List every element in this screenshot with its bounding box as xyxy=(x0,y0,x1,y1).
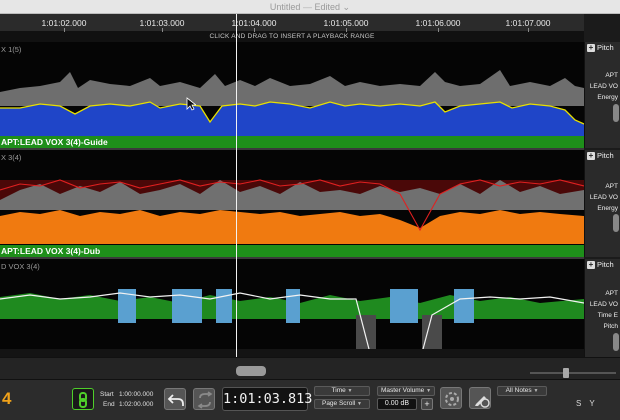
cycle-icon[interactable] xyxy=(440,387,462,409)
ruler-tick-label: 1:01:07.000 xyxy=(505,18,551,28)
link-icon-glyph xyxy=(79,392,87,408)
master-volume-value[interactable]: 0.00 dB xyxy=(377,398,417,410)
undo-icon-glyph xyxy=(167,394,184,406)
track-name: X 3(4) xyxy=(1,153,22,162)
scroll-thumb[interactable] xyxy=(236,366,266,376)
end-value[interactable]: 1:02:00.000 xyxy=(119,401,153,408)
link-icon[interactable] xyxy=(72,388,94,410)
brand-logo: S Y xyxy=(576,399,598,408)
logo-digit: 4 xyxy=(2,389,12,408)
clip-label-dub[interactable]: APT:LEAD VOX 3(4)-Dub xyxy=(0,245,584,257)
panel-line: LEAD VO xyxy=(589,194,618,201)
edit-waveform xyxy=(0,289,584,357)
track-panel-edit[interactable]: + Pitch APT LEAD VO Time E Pitch xyxy=(584,259,620,357)
window-title: Untitled xyxy=(269,2,301,12)
notes-filter-value: All Notes xyxy=(505,387,532,394)
panel-title: Pitch xyxy=(597,260,614,269)
chevron-down-icon: ▼ xyxy=(357,401,362,407)
dub-waveform xyxy=(0,179,584,244)
volume-plus-button[interactable]: + xyxy=(421,398,433,410)
panel-line: LEAD VO xyxy=(589,83,618,90)
master-volume-label: Master Volume xyxy=(380,387,425,394)
zoom-slider-track[interactable] xyxy=(530,372,616,374)
ruler-tick-label: 1:01:03.000 xyxy=(139,18,185,28)
guide-waveform xyxy=(0,70,584,136)
panel-line: LEAD VO xyxy=(589,301,618,308)
panel-line: APT xyxy=(605,290,618,297)
notes-filter-select[interactable]: All Notes ▼ xyxy=(497,386,547,396)
view-mode-value: Time xyxy=(331,387,346,394)
timecode-display[interactable]: 1:01:03.813 xyxy=(222,387,312,411)
add-icon[interactable]: + xyxy=(587,152,595,160)
scroll-mode-value: Page Scroll xyxy=(321,400,356,407)
track-edit[interactable]: D VOX 3(4) xyxy=(0,259,584,357)
title-bar: Untitled — Edited ⌄ xyxy=(0,0,620,14)
panel-title: Pitch xyxy=(597,43,614,52)
add-icon[interactable]: + xyxy=(587,44,595,52)
master-volume-select[interactable]: Master Volume ▼ xyxy=(377,386,435,396)
zoom-slider-knob[interactable] xyxy=(563,368,569,378)
time-block xyxy=(216,289,232,323)
panel-line: Pitch xyxy=(603,323,618,330)
edited-state: Edited xyxy=(314,2,340,12)
start-label: Start xyxy=(100,391,114,398)
time-block xyxy=(172,289,202,323)
view-mode-select[interactable]: Time ▼ xyxy=(314,386,370,396)
track-scrollbar[interactable] xyxy=(613,214,619,232)
dub-energy-fill xyxy=(0,210,584,244)
scroll-mode-select[interactable]: Page Scroll ▼ xyxy=(314,399,370,409)
cycle-icon-glyph xyxy=(445,392,459,406)
chevron-down-icon: ▼ xyxy=(533,388,539,394)
ruler-tick-label: 1:01:06.000 xyxy=(415,18,461,28)
title-separator: — xyxy=(302,2,312,12)
panel-line: APT xyxy=(605,183,618,190)
pen-icon[interactable] xyxy=(469,387,491,409)
ruler-tick-label: 1:01:02.000 xyxy=(41,18,87,28)
time-block xyxy=(286,289,300,323)
panel-title: Pitch xyxy=(597,151,614,160)
track-panel-dub[interactable]: + Pitch APT LEAD VO Energy xyxy=(584,150,620,257)
title-chevron-icon[interactable]: ⌄ xyxy=(343,2,351,12)
playback-range-hint[interactable]: CLICK AND DRAG TO INSERT A PLAYBACK RANG… xyxy=(0,32,584,42)
panel-line: Energy xyxy=(597,94,618,101)
note-strip xyxy=(0,349,584,357)
track-name: D VOX 3(4) xyxy=(1,262,40,271)
track-dub[interactable]: X 3(4) APT:LEAD VOX 3(4)-Dub xyxy=(0,150,584,257)
track-scrollbar[interactable] xyxy=(613,333,619,351)
timeline-ruler[interactable]: 1:01:02.000 1:01:03.000 1:01:04.000 1:01… xyxy=(0,14,584,32)
time-block xyxy=(454,289,474,323)
time-block xyxy=(390,289,418,323)
panel-line: Time E xyxy=(597,312,618,319)
loop-icon-glyph xyxy=(197,391,213,409)
loop-icon[interactable] xyxy=(193,388,215,410)
grey-region xyxy=(356,315,376,349)
undo-icon[interactable] xyxy=(164,388,186,410)
chevron-down-icon: ▼ xyxy=(347,388,353,394)
track-panel-guide[interactable]: + Pitch APT LEAD VO Energy xyxy=(584,42,620,148)
add-icon[interactable]: + xyxy=(587,261,595,269)
track-scrollbar[interactable] xyxy=(613,104,619,122)
track-guide[interactable]: X 1(5) APT:LEAD VOX 3(4)-Guide xyxy=(0,42,584,148)
timeline-scroll[interactable] xyxy=(0,357,620,379)
start-value[interactable]: 1:00:00.000 xyxy=(119,391,153,398)
pen-icon-glyph xyxy=(475,396,490,408)
playhead[interactable] xyxy=(236,14,237,357)
app-window: Untitled — Edited ⌄ 1:01:02.000 1:01:03.… xyxy=(0,0,620,420)
panel-line: Energy xyxy=(597,205,618,212)
panel-line: APT xyxy=(605,72,618,79)
clip-label-guide[interactable]: APT:LEAD VOX 3(4)-Guide xyxy=(0,136,584,148)
mouse-cursor-icon xyxy=(186,97,196,111)
chevron-down-icon: ▼ xyxy=(426,388,432,394)
guide-grey-waveform xyxy=(0,70,584,106)
ruler-tick-label: 1:01:04.000 xyxy=(231,18,277,28)
track-name: X 1(5) xyxy=(1,45,22,54)
ruler-tick-label: 1:01:05.000 xyxy=(323,18,369,28)
end-label: End xyxy=(103,401,115,408)
